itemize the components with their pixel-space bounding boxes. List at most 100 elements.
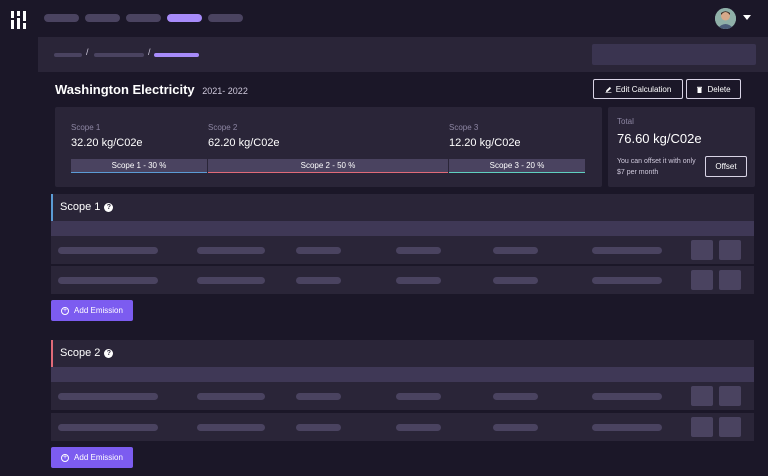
avatar[interactable] [715,8,736,29]
cell-placeholder [396,393,441,400]
table-row [51,236,754,264]
cell-placeholder [396,277,441,284]
cell-placeholder [592,277,662,284]
search-input[interactable] [592,44,756,65]
scope-1-section-title-text: Scope 1 [60,201,101,213]
cell-placeholder [197,277,265,284]
cell-placeholder [296,247,341,254]
scope-2-section-header: Scope 2 ? [51,340,754,367]
cell-placeholder [493,424,538,431]
row-action-button[interactable] [691,386,713,406]
page-title: Washington Electricity 2021- 2022 [55,82,248,97]
pencil-icon [605,86,612,93]
nav-item-1[interactable] [44,14,79,22]
page-title-text: Washington Electricity [55,82,195,97]
cell-placeholder [58,424,158,431]
main-content: Washington Electricity 2021- 2022 Edit C… [38,72,768,476]
scope-2-label: Scope 2 [208,123,238,132]
cell-placeholder [493,247,538,254]
breadcrumb-item-current [154,53,199,57]
scope-1-bar-line [71,172,207,173]
app-logo-icon[interactable] [10,10,28,30]
cell-placeholder [592,247,662,254]
cell-placeholder [58,277,158,284]
total-label: Total [617,117,634,126]
scope-2-bar-line [208,172,448,173]
table-row [51,413,754,441]
user-avatar-icon [715,8,736,29]
top-nav-bar [38,0,768,37]
scope-2-bar-segment: Scope 2 - 50 % [208,159,448,173]
scope-2-accent [51,340,53,367]
total-value: 76.60 kg/C02e [617,131,702,146]
scope-2-table-header [51,367,754,382]
offset-label: Offset [715,162,737,171]
scope-1-section-title: Scope 1 ? [60,201,114,213]
cell-placeholder [296,424,341,431]
offset-description: You can offset it with only $7 per month [617,158,696,176]
help-icon[interactable]: ? [104,348,114,358]
scope-1-bar-label: Scope 1 - 30 % [111,161,167,170]
plus-circle-icon: + [61,306,70,315]
table-row [51,382,754,410]
nav-item-5[interactable] [208,14,243,22]
plus-circle-icon: + [61,453,70,462]
cell-placeholder [592,393,662,400]
cell-placeholder [197,393,265,400]
sidebar [0,0,38,476]
breadcrumb-item-1[interactable] [54,53,82,57]
breadcrumb-item-2[interactable] [94,53,144,57]
delete-label: Delete [707,84,731,94]
scope-2-section-title: Scope 2 ? [60,347,114,359]
cell-placeholder [493,393,538,400]
cell-placeholder [58,393,158,400]
add-emission-button[interactable]: + Add Emission [51,447,133,468]
row-action-button[interactable] [719,270,741,290]
nav-item-2[interactable] [85,14,120,22]
scope-summary-card: Scope 1 32.20 kg/C02e Scope 2 62.20 kg/C… [55,107,602,187]
nav-item-active[interactable] [167,14,202,22]
scope-2-section-title-text: Scope 2 [60,347,101,359]
scope-1-bar-segment: Scope 1 - 30 % [71,159,207,173]
delete-button[interactable]: Delete [686,79,741,99]
offset-button[interactable]: Offset [705,156,747,177]
nav-item-3[interactable] [126,14,161,22]
scope-3-bar-segment: Scope 3 - 20 % [449,159,585,173]
cell-placeholder [58,247,158,254]
row-action-button[interactable] [719,386,741,406]
scope-1-table-header [51,221,754,236]
breadcrumb-separator: / [148,47,151,57]
add-emission-label: Add Emission [74,453,123,462]
row-action-button[interactable] [691,417,713,437]
breadcrumb: / / [38,37,768,72]
total-card: Total 76.60 kg/C02e You can offset it wi… [608,107,755,187]
cell-placeholder [396,424,441,431]
scope-1-accent [51,194,53,221]
cell-placeholder [592,424,662,431]
cell-placeholder [493,277,538,284]
breadcrumb-separator: / [86,47,89,57]
scope-3-bar-label: Scope 3 - 20 % [489,161,545,170]
row-action-button[interactable] [719,240,741,260]
table-row [51,266,754,294]
scope-3-label: Scope 3 [449,123,479,132]
trash-icon [697,86,703,93]
row-action-button[interactable] [719,417,741,437]
cell-placeholder [296,277,341,284]
cell-placeholder [396,247,441,254]
row-action-button[interactable] [691,270,713,290]
row-action-button[interactable] [691,240,713,260]
scope-2-value: 62.20 kg/C02e [208,137,280,149]
cell-placeholder [197,247,265,254]
scope-1-section-header: Scope 1 ? [51,194,754,221]
scope-2-bar-label: Scope 2 - 50 % [300,161,356,170]
add-emission-button[interactable]: + Add Emission [51,300,133,321]
chevron-down-icon[interactable] [743,15,751,20]
scope-3-bar-line [449,172,585,173]
add-emission-label: Add Emission [74,306,123,315]
scope-1-label: Scope 1 [71,123,101,132]
help-icon[interactable]: ? [104,202,114,212]
edit-calculation-button[interactable]: Edit Calculation [593,79,683,99]
scope-1-value: 32.20 kg/C02e [71,137,143,149]
scope-3-value: 12.20 kg/C02e [449,137,521,149]
